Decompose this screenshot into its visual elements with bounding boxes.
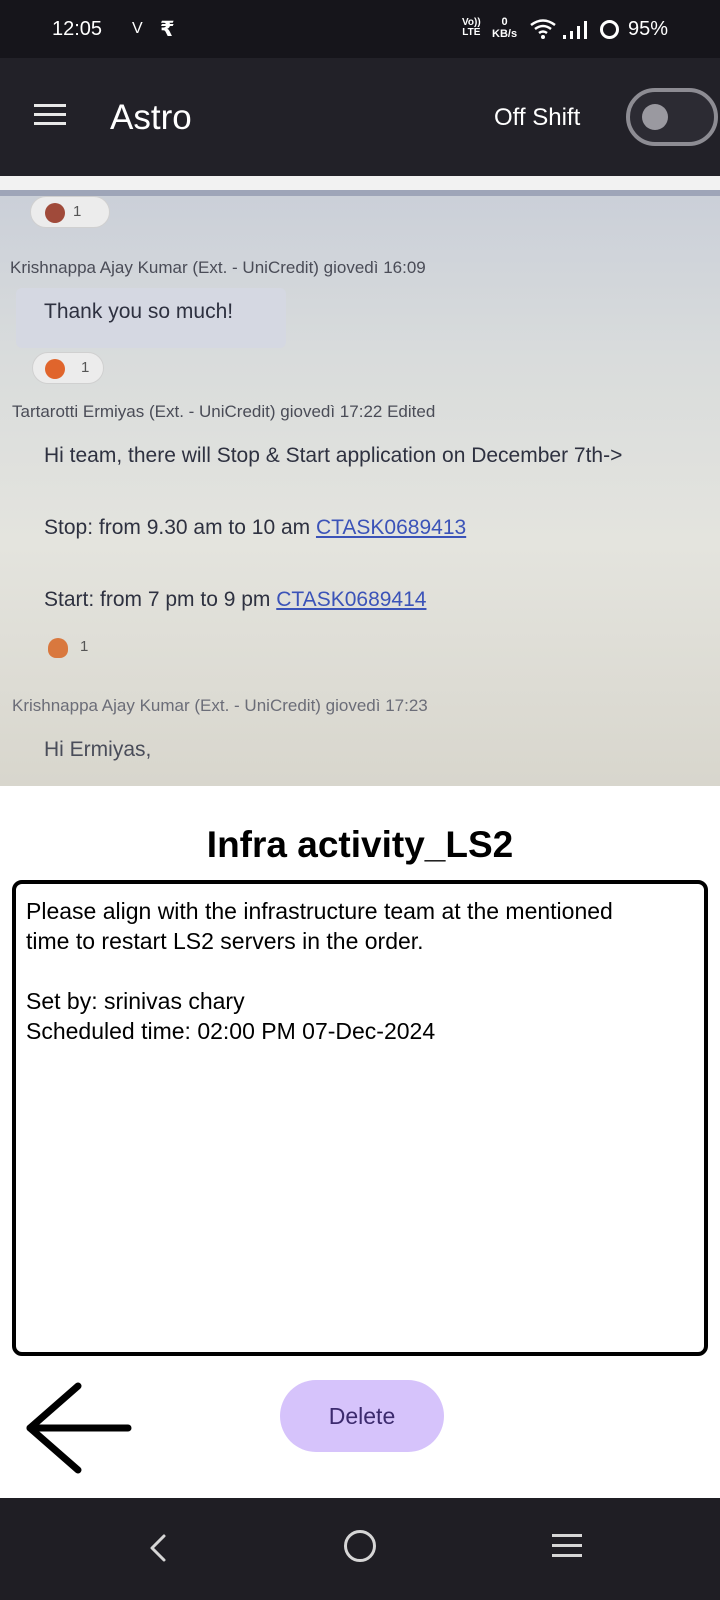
reaction-chip: 1 bbox=[32, 632, 104, 664]
stop-task-link[interactable]: CTASK0689413 bbox=[316, 516, 466, 539]
network-speed: 0 KB/s bbox=[492, 16, 517, 40]
app-title: Astro bbox=[110, 98, 192, 137]
note-content-box: Please align with the infrastructure tea… bbox=[12, 880, 708, 1356]
start-task-link[interactable]: CTASK0689414 bbox=[276, 588, 426, 611]
wifi-icon bbox=[530, 19, 556, 39]
battery-ring-icon bbox=[600, 20, 619, 39]
nav-home-icon[interactable] bbox=[344, 1530, 376, 1562]
note-title: Infra activity_LS2 bbox=[206, 824, 514, 865]
photo-top-border bbox=[0, 190, 720, 196]
delete-button[interactable]: Delete bbox=[280, 1380, 444, 1452]
volte-lte-label: Vo)) LTE bbox=[462, 18, 481, 38]
shift-status-label: Off Shift bbox=[494, 104, 581, 131]
signal-icon bbox=[563, 21, 587, 39]
note-line: Please align with the infrastructure tea… bbox=[26, 898, 613, 924]
network-speed-unit: KB/s bbox=[492, 28, 518, 40]
reaction-count: 1 bbox=[80, 638, 89, 655]
smile-emoji-icon bbox=[45, 359, 65, 379]
message-author: Krishnappa Ajay Kumar (Ext. - UniCredit)… bbox=[12, 696, 428, 715]
message-body: Hi team, there will Stop & Start applica… bbox=[44, 444, 623, 467]
stop-text: Stop: from 9.30 am to 10 am bbox=[44, 516, 316, 539]
nav-recent-apps-icon[interactable] bbox=[552, 1534, 582, 1558]
photo-top-edge bbox=[0, 176, 720, 190]
message-body: Hi Ermiyas, bbox=[44, 738, 152, 761]
reaction-emoji-icon bbox=[45, 203, 65, 223]
arrow-left-icon[interactable] bbox=[22, 1380, 132, 1476]
shift-toggle[interactable] bbox=[626, 88, 718, 146]
reaction-count: 1 bbox=[81, 359, 90, 376]
note-line: time to restart LS2 servers in the order… bbox=[26, 928, 424, 954]
message-author: Tartarotti Ermiyas (Ext. - UniCredit) gi… bbox=[12, 402, 436, 421]
start-text: Start: from 7 pm to 9 pm bbox=[44, 588, 277, 611]
status-time: 12:05 bbox=[52, 18, 103, 40]
message-body-start: Start: from 7 pm to 9 pm CTASK0689414 bbox=[44, 588, 426, 612]
message-author: Krishnappa Ajay Kumar (Ext. - UniCredit)… bbox=[10, 258, 426, 277]
shift-toggle-knob bbox=[642, 104, 668, 130]
note-scheduled-time: Scheduled time: 02:00 PM 07-Dec-2024 bbox=[26, 1018, 436, 1044]
note-spacer bbox=[26, 956, 694, 986]
reaction-chip: 1 bbox=[30, 196, 110, 228]
note-set-by: Set by: srinivas chary bbox=[26, 988, 245, 1014]
nav-back-icon[interactable] bbox=[140, 1528, 180, 1568]
battery-level: 95% bbox=[628, 18, 669, 40]
thumbs-up-emoji-icon bbox=[48, 638, 68, 658]
network-speed-value: 0 bbox=[501, 16, 508, 28]
app-bar: Astro Off Shift bbox=[0, 58, 720, 176]
attached-photo: 1 Krishnappa Ajay Kumar (Ext. - UniCredi… bbox=[0, 176, 720, 786]
rupee-icon: ₹ bbox=[160, 18, 175, 41]
message-body: Thank you so much! bbox=[44, 300, 234, 323]
message-body-stop: Stop: from 9.30 am to 10 am CTASK0689413 bbox=[44, 516, 466, 540]
carrier-indicator: V bbox=[132, 20, 143, 37]
reaction-chip: 1 bbox=[32, 352, 104, 384]
status-bar: 12:05 V ₹ Vo)) LTE 0 KB/s 95% bbox=[0, 0, 720, 58]
hamburger-menu-icon[interactable] bbox=[34, 104, 66, 126]
system-nav-bar bbox=[0, 1498, 720, 1600]
reaction-count: 1 bbox=[73, 203, 82, 220]
lte-label: LTE bbox=[462, 27, 481, 38]
